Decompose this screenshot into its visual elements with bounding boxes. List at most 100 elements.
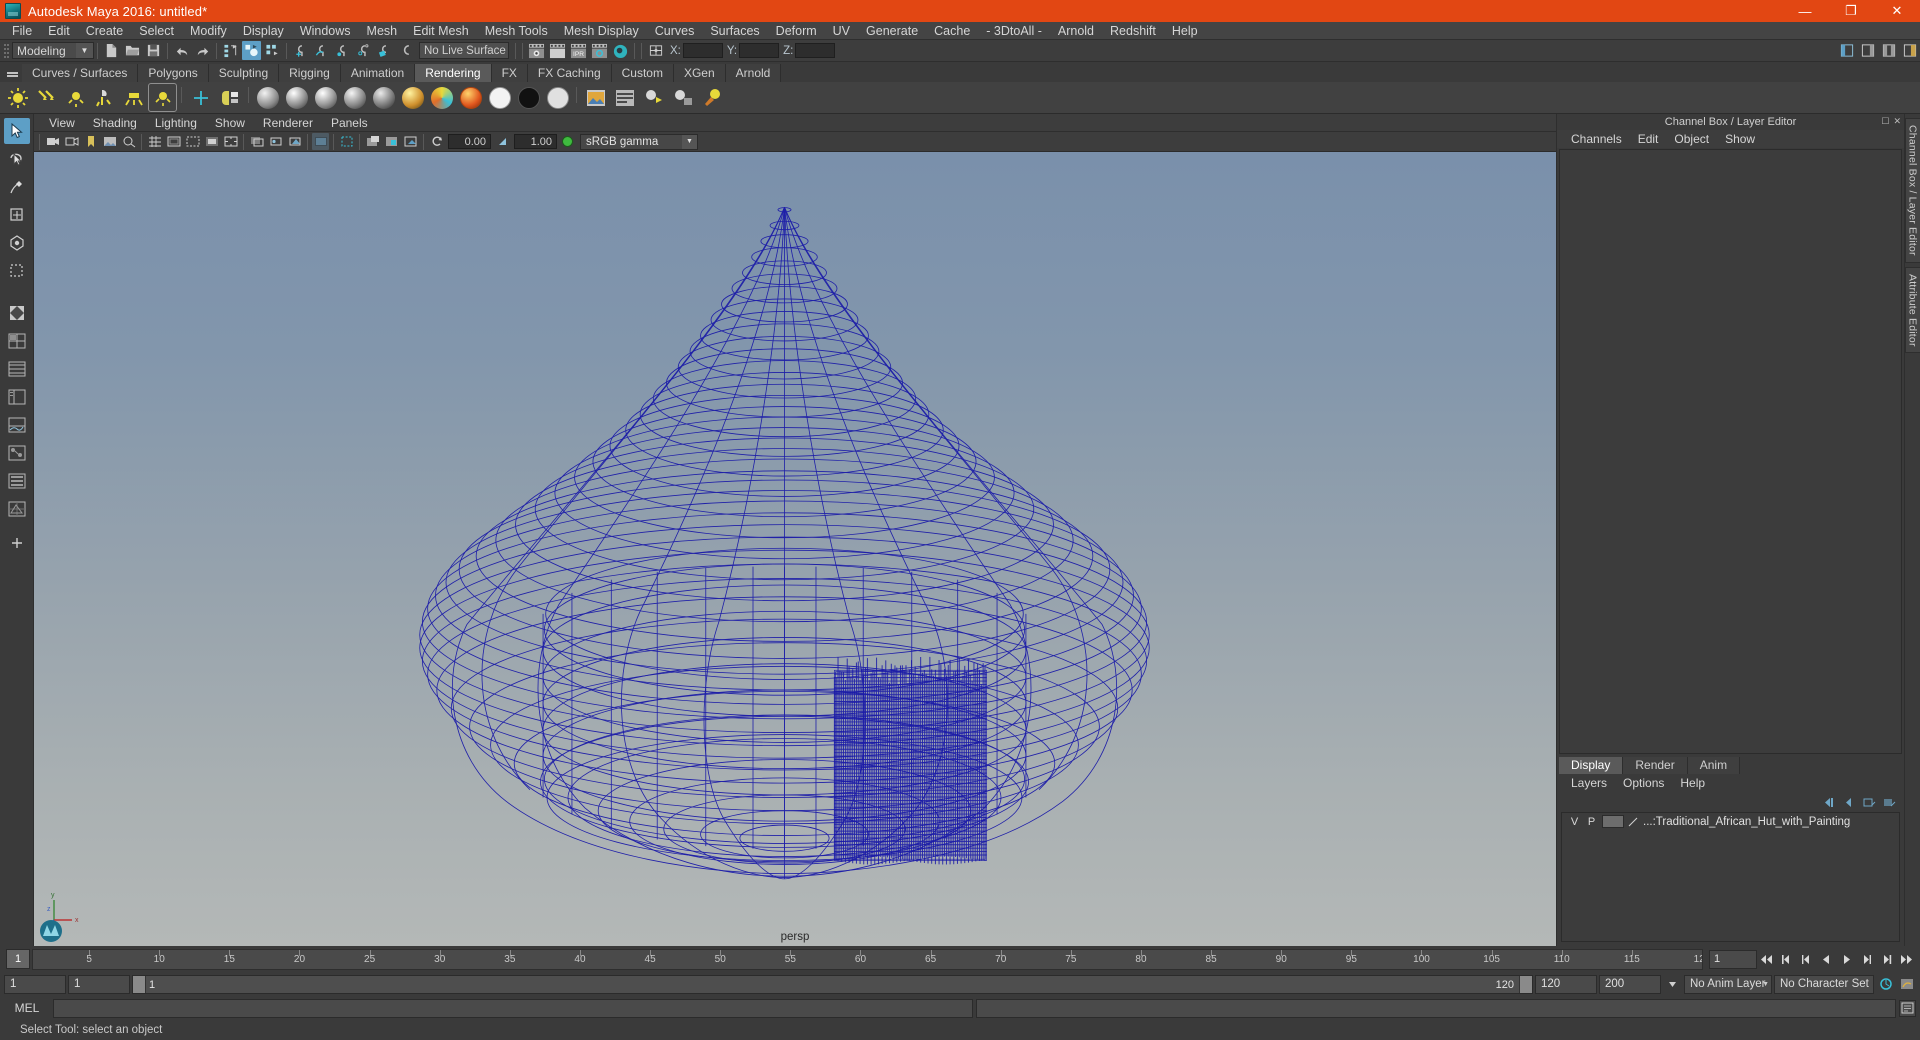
channel-box-menu-show[interactable]: Show [1717,130,1763,148]
display-layer-row[interactable]: V P ...:Traditional_African_Hut_with_Paint… [1562,813,1899,830]
gamma-field[interactable]: 1.00 [514,134,557,149]
open-scene-icon[interactable] [123,41,142,60]
xray-toggle-icon[interactable] [248,133,265,150]
script-editor-icon[interactable] [1899,999,1916,1017]
gate-mask-icon[interactable] [203,133,220,150]
shelf-tab-rendering[interactable]: Rendering [415,64,492,82]
shadows-toggle-icon[interactable] [402,133,419,150]
undo-icon[interactable] [172,41,191,60]
step-back-frame-icon[interactable] [1797,950,1816,969]
render-view-icon[interactable] [582,84,609,111]
step-forward-frame-icon[interactable] [1857,950,1876,969]
panel-undock-icon[interactable]: ☐ [1881,116,1889,127]
layer-menu-options[interactable]: Options [1615,774,1672,792]
menu-item-mesh-display[interactable]: Mesh Display [556,22,647,40]
menu-item-display[interactable]: Display [235,22,292,40]
menu-item-curves[interactable]: Curves [647,22,703,40]
menu-item-deform[interactable]: Deform [768,22,825,40]
play-forwards-icon[interactable] [1837,950,1856,969]
grey-color-swatch-icon[interactable] [544,84,571,111]
lasso-tool-icon[interactable] [4,146,30,172]
show-hide-attribute-editor-icon[interactable] [1858,41,1877,60]
minimize-button[interactable]: — [1782,0,1828,22]
snap-to-view-plane-icon[interactable] [375,41,394,60]
menu-item-redshift[interactable]: Redshift [1102,22,1164,40]
snap-to-projected-center-icon[interactable] [354,41,373,60]
resolution-gate-icon[interactable] [184,133,201,150]
safe-action-icon[interactable] [222,133,239,150]
chevron-down-icon[interactable]: ▼ [682,134,697,149]
lighting-toggle-icon[interactable] [383,133,400,150]
snap-to-grid-icon[interactable] [291,41,310,60]
point-light-icon[interactable] [4,84,31,111]
layer-editor-tab-display[interactable]: Display [1559,757,1624,774]
menu-item-generate[interactable]: Generate [858,22,926,40]
four-view-layout-icon[interactable] [4,356,30,382]
channel-box-menu-channels[interactable]: Channels [1563,130,1630,148]
camera-attributes-icon[interactable] [63,133,80,150]
show-hide-channel-box-icon[interactable] [1900,41,1919,60]
bookmark-icon[interactable] [82,133,99,150]
layer-move-first-icon[interactable] [1823,796,1836,809]
command-output-field[interactable] [976,998,1896,1018]
shelf-tab-curves-surfaces[interactable]: Curves / Surfaces [22,64,139,82]
range-left-handle[interactable] [133,975,146,993]
render-settings-icon[interactable] [590,41,609,60]
viewport-menu-lighting[interactable]: Lighting [146,114,206,132]
render-settings-window-icon[interactable] [611,84,638,111]
image-plane-icon[interactable] [101,133,118,150]
menu-item-edit-mesh[interactable]: Edit Mesh [405,22,477,40]
menu-item-arnold[interactable]: Arnold [1050,22,1102,40]
live-surface-field[interactable]: No Live Surface [419,42,509,59]
gamma-reset-icon[interactable] [494,133,511,150]
layer-playback-toggle[interactable]: P [1583,814,1600,829]
layered-shader-icon[interactable] [399,84,426,111]
grid-toggle-icon[interactable] [146,133,163,150]
xray-joints-icon[interactable] [267,133,284,150]
film-gate-icon[interactable] [165,133,182,150]
range-right-handle[interactable] [1519,975,1532,993]
current-frame-indicator[interactable]: 1 [6,949,30,969]
scale-tool-icon[interactable] [4,258,30,284]
animation-start-field[interactable]: 1 [68,974,130,994]
select-by-object-type-icon[interactable] [242,41,261,60]
auto-keyframe-toggle-icon[interactable] [1876,975,1895,994]
paint-selection-tool-icon[interactable] [4,174,30,200]
make-live-icon[interactable] [396,41,415,60]
blinn-material-icon[interactable] [283,84,310,111]
create-layer-from-selected-icon[interactable] [1883,796,1896,809]
show-hide-modeling-toolkit-icon[interactable] [1837,41,1856,60]
edge-tab-channel-box[interactable]: Channel Box / Layer Editor [1904,118,1920,263]
snap-to-point-icon[interactable] [333,41,352,60]
create-camera-icon[interactable] [187,84,214,111]
shelf-tab-xgen[interactable]: XGen [673,64,726,82]
menu-item-windows[interactable]: Windows [292,22,359,40]
command-input-field[interactable] [53,998,973,1018]
ipr-render-icon[interactable]: IPR [569,41,588,60]
directional-light-icon[interactable] [33,84,60,111]
volume-light-icon[interactable] [120,84,147,111]
menu-item-edit[interactable]: Edit [40,22,78,40]
menu-item-file[interactable]: File [4,22,40,40]
layer-editor-tab-anim[interactable]: Anim [1687,757,1741,774]
layer-menu-layers[interactable]: Layers [1563,774,1615,792]
two-d-pan-zoom-icon[interactable] [120,133,137,150]
ambient-light-icon[interactable] [62,84,89,111]
menu-item-help[interactable]: Help [1164,22,1206,40]
hypershade-icon[interactable] [611,41,630,60]
smooth-shade-all-icon[interactable] [338,133,355,150]
step-forward-keyframe-icon[interactable] [1877,950,1896,969]
shelf-tab-custom[interactable]: Custom [611,64,674,82]
viewport-menu-view[interactable]: View [40,114,84,132]
layer-editor-tab-render[interactable]: Render [1623,757,1688,774]
playback-start-field[interactable]: 1 [4,974,66,994]
channel-box-content[interactable] [1559,149,1902,754]
viewport-toolbar-grip[interactable] [36,133,43,150]
menu-item-uv[interactable]: UV [825,22,858,40]
playback-end-field[interactable]: 200 [1599,974,1661,994]
playback-options-icon[interactable] [1663,975,1682,994]
texture-node-icon[interactable] [216,84,243,111]
display-layer-list[interactable]: V P ...:Traditional_African_Hut_with_Paint… [1561,812,1900,942]
lambert-material-icon[interactable] [254,84,281,111]
x-coordinate-field[interactable] [682,43,723,58]
